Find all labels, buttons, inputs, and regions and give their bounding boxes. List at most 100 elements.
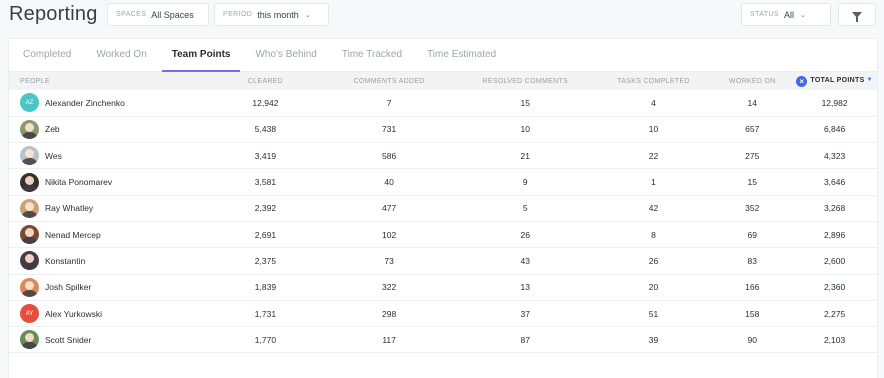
status-filter[interactable]: STATUS All ⌄ bbox=[741, 3, 831, 26]
cell-resolved-comments: 37 bbox=[520, 308, 531, 319]
table-row[interactable]: Ray Whatley 2,392 477 5 42 352 3,268 bbox=[9, 195, 877, 222]
status-filter-label: STATUS bbox=[750, 11, 779, 18]
spaces-filter-label: SPACES bbox=[116, 11, 147, 18]
person: AY Alex Yurkowski bbox=[20, 304, 209, 324]
cell-cleared: 12,942 bbox=[252, 97, 279, 108]
table-row[interactable]: AY Alex Yurkowski 1,731 298 37 51 158 2,275 bbox=[9, 300, 877, 327]
period-filter[interactable]: PERIOD this month ⌄ bbox=[214, 3, 329, 26]
cell-total-points: 2,360 bbox=[823, 282, 846, 293]
person-name: Nenad Mercep bbox=[45, 229, 101, 240]
person: Scott Snider bbox=[20, 330, 209, 350]
team-points-table: PEOPLE CLEARED COMMENTS ADDED RESOLVED C… bbox=[9, 72, 877, 353]
tab-completed[interactable]: Completed bbox=[13, 49, 81, 71]
person: Ray Whatley bbox=[20, 198, 209, 218]
total-points-label: TOTAL POINTS bbox=[810, 76, 865, 84]
person: Wes bbox=[20, 146, 209, 166]
status-filter-value: All bbox=[783, 9, 794, 20]
column-header-tasks-completed[interactable]: TASKS COMPLETED bbox=[595, 72, 713, 90]
tab-time-tracked[interactable]: Time Tracked bbox=[332, 49, 412, 71]
person: Zeb bbox=[20, 119, 209, 139]
person: Josh Spilker bbox=[20, 277, 209, 297]
spaces-filter[interactable]: SPACES All Spaces bbox=[107, 3, 209, 26]
period-filter-value: this month bbox=[257, 9, 299, 20]
table-row[interactable]: Zeb 5,438 731 10 10 657 6,846 bbox=[9, 116, 877, 143]
table-row[interactable]: Wes 3,419 586 21 22 275 4,323 bbox=[9, 143, 877, 169]
cell-worked-on: 158 bbox=[745, 308, 760, 319]
person-name: Alexander Zinchenko bbox=[45, 97, 125, 108]
tab-worked-on[interactable]: Worked On bbox=[86, 49, 156, 71]
cell-resolved-comments: 21 bbox=[520, 150, 531, 161]
column-header-total-points[interactable]: × TOTAL POINTS ▼ bbox=[792, 72, 877, 90]
cell-total-points: 2,103 bbox=[823, 334, 846, 345]
cell-total-points: 12,982 bbox=[821, 97, 848, 108]
column-header-cleared[interactable]: CLEARED bbox=[209, 72, 323, 90]
tab-time-estimated[interactable]: Time Estimated bbox=[417, 49, 506, 71]
table-row[interactable]: Nikita Ponomarev 3,581 40 9 1 15 3,646 bbox=[9, 169, 877, 196]
cell-tasks-completed: 10 bbox=[648, 124, 659, 135]
caret-down-icon: ▼ bbox=[866, 76, 873, 83]
person-cell: AY Alex Yurkowski bbox=[9, 300, 209, 326]
chevron-down-icon: ⌄ bbox=[304, 11, 311, 19]
cell-worked-on: 90 bbox=[747, 334, 757, 345]
person: Konstantin bbox=[20, 251, 209, 271]
cell-comments-added: 117 bbox=[382, 334, 396, 345]
period-filter-label: PERIOD bbox=[223, 11, 253, 18]
tab-whos-behind[interactable]: Who's Behind bbox=[245, 49, 326, 71]
cell-worked-on: 69 bbox=[747, 229, 757, 240]
cell-tasks-completed: 4 bbox=[651, 97, 656, 108]
page-title: Reporting bbox=[9, 3, 98, 25]
cell-total-points: 6,846 bbox=[823, 124, 846, 135]
cell-worked-on: 352 bbox=[745, 203, 760, 214]
person: Nenad Mercep bbox=[20, 225, 209, 245]
cell-cleared: 5,438 bbox=[254, 124, 277, 135]
cell-tasks-completed: 8 bbox=[651, 229, 656, 240]
avatar bbox=[20, 277, 39, 297]
filter-button[interactable] bbox=[838, 3, 876, 26]
cell-tasks-completed: 1 bbox=[651, 177, 656, 188]
cell-total-points: 2,275 bbox=[823, 308, 846, 319]
cell-tasks-completed: 20 bbox=[648, 282, 659, 293]
table-row[interactable]: AZ Alexander Zinchenko 12,942 7 15 4 14 12,982 bbox=[9, 90, 877, 117]
avatar bbox=[20, 251, 39, 271]
table-row[interactable]: Nenad Mercep 2,691 102 26 8 69 2,896 bbox=[9, 221, 877, 248]
person-name: Nikita Ponomarev bbox=[45, 177, 113, 188]
avatar bbox=[20, 119, 39, 139]
cell-total-points: 4,323 bbox=[823, 150, 846, 161]
table-row[interactable]: Konstantin 2,375 73 43 26 83 2,600 bbox=[9, 248, 877, 275]
table-row[interactable]: Scott Snider 1,770 117 87 39 90 2,103 bbox=[9, 327, 877, 353]
cell-resolved-comments: 9 bbox=[522, 177, 528, 188]
cell-resolved-comments: 5 bbox=[522, 203, 528, 214]
person-cell: Wes bbox=[9, 143, 209, 169]
close-circle-icon[interactable]: × bbox=[796, 75, 808, 87]
person-name: Ray Whatley bbox=[45, 203, 94, 214]
cell-cleared: 3,581 bbox=[254, 177, 277, 188]
cell-total-points: 3,646 bbox=[823, 177, 846, 188]
person-cell: Scott Snider bbox=[9, 327, 209, 353]
cell-resolved-comments: 10 bbox=[520, 124, 531, 135]
table-row[interactable]: Josh Spilker 1,839 322 13 20 166 2,360 bbox=[9, 274, 877, 301]
column-header-resolved-comments[interactable]: RESOLVED COMMENTS bbox=[456, 72, 595, 90]
top-bar: Reporting SPACES All Spaces PERIOD this … bbox=[0, 0, 884, 30]
funnel-icon bbox=[852, 11, 862, 22]
cell-worked-on: 657 bbox=[745, 124, 760, 135]
column-header-worked-on[interactable]: WORKED ON bbox=[712, 72, 792, 90]
cell-total-points: 3,268 bbox=[823, 203, 846, 214]
tab-team-points[interactable]: Team Points bbox=[161, 49, 241, 72]
person-name: Wes bbox=[45, 150, 62, 161]
cell-comments-added: 102 bbox=[382, 229, 397, 240]
person-name: Scott Snider bbox=[45, 334, 92, 345]
avatar: AZ bbox=[20, 93, 39, 113]
person-name: Josh Spilker bbox=[45, 282, 92, 293]
column-header-comments-added[interactable]: COMMENTS ADDED bbox=[322, 72, 456, 90]
person-name: Alex Yurkowski bbox=[45, 308, 103, 319]
cell-comments-added: 298 bbox=[382, 308, 397, 319]
avatar bbox=[20, 330, 39, 350]
person: AZ Alexander Zinchenko bbox=[20, 93, 209, 113]
avatar bbox=[20, 172, 39, 192]
avatar bbox=[20, 146, 39, 166]
cell-tasks-completed: 39 bbox=[648, 334, 659, 345]
cell-comments-added: 731 bbox=[382, 124, 397, 135]
person-cell: Nikita Ponomarev bbox=[9, 169, 209, 195]
column-header-people[interactable]: PEOPLE bbox=[9, 72, 209, 90]
cell-resolved-comments: 15 bbox=[520, 97, 531, 108]
